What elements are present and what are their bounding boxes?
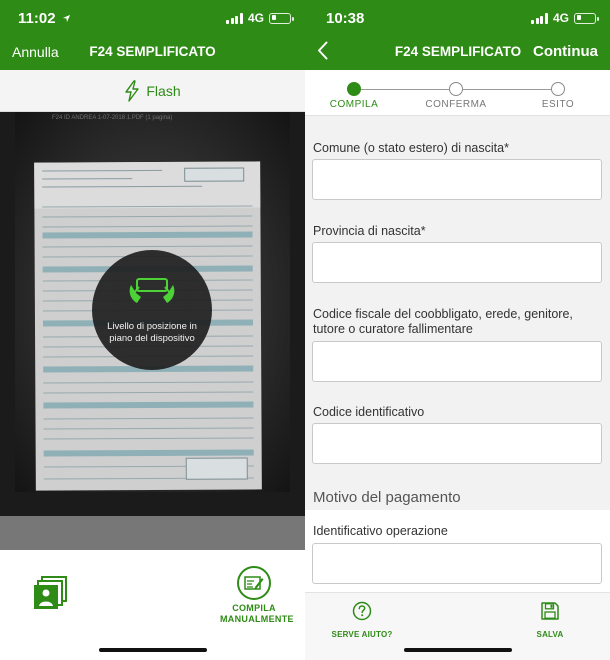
battery-icon	[269, 12, 294, 24]
manual-entry-button[interactable]: COMPILA MANUALMENTE	[220, 566, 294, 625]
flash-label: Flash	[146, 82, 181, 99]
birth-province-label: Provincia di nascita*	[313, 224, 426, 238]
birth-municipality-label: Comune (o stato estero) di nascita*	[313, 141, 509, 155]
status-indicators: 4G	[226, 11, 294, 25]
progress-stepper: COMPILA CONFERMA ESITO	[305, 70, 610, 116]
camera-viewfinder: F24 ID ANDREA 1-07-2018 1.PDF (1 pagina)	[0, 112, 305, 550]
scan-caption: F24 ID ANDREA 1-07-2018 1.PDF (1 pagina)	[52, 115, 173, 121]
step-esito-dot[interactable]	[551, 82, 565, 96]
lightning-icon	[125, 79, 140, 102]
screen-title: F24 SEMPLIFICATO	[89, 44, 216, 59]
location-arrow-icon	[62, 14, 70, 23]
network-label: 4G	[552, 11, 569, 25]
birth-municipality-field[interactable]	[312, 159, 602, 200]
signal-icon	[226, 12, 243, 24]
level-guidance-text: Livello di posizione in piano del dispos…	[107, 321, 197, 344]
network-label: 4G	[247, 11, 264, 25]
manual-entry-label: COMPILA MANUALMENTE	[220, 603, 294, 624]
status-time: 11:02	[18, 10, 71, 27]
operation-id-label: Identificativo operazione	[313, 524, 448, 538]
identifier-code-label: Codice identificativo	[313, 405, 425, 419]
f24-form-screen: 10:38 4G F24 SEMPLIFICATO Continua COMPI…	[305, 0, 610, 660]
help-label: SERVE AIUTO?	[331, 630, 393, 639]
help-button[interactable]: SERVE AIUTO?	[327, 601, 397, 639]
continue-button[interactable]: Continua	[533, 43, 598, 60]
chevron-left-icon	[318, 41, 328, 60]
back-button[interactable]	[317, 41, 328, 63]
save-label: SALVA	[536, 630, 564, 639]
manual-entry-circle	[237, 566, 271, 600]
coobligor-tax-code-field[interactable]	[312, 341, 602, 382]
photo-gallery-button[interactable]	[33, 574, 69, 610]
top-bar: 11:02 4G Annulla F24 SEMPLIFICATO	[0, 0, 305, 70]
camera-scan-screen: 11:02 4G Annulla F24 SEMPLIFICATO Flash …	[0, 0, 305, 660]
save-button[interactable]: SALVA	[515, 601, 585, 639]
flash-toggle[interactable]: Flash	[0, 70, 305, 112]
payment-reason-heading: Motivo del pagamento	[313, 489, 461, 506]
form-edit-icon	[244, 576, 264, 590]
capture-toolbar: COMPILA MANUALMENTE	[0, 550, 305, 660]
step-connector	[463, 89, 556, 90]
photo-gallery-icon	[34, 576, 67, 609]
phone-level-hands-icon	[129, 278, 175, 303]
step-conferma-label[interactable]: CONFERMA	[416, 99, 496, 110]
screen-title: F24 SEMPLIFICATO	[394, 44, 522, 59]
top-bar: 10:38 4G F24 SEMPLIFICATO Continua	[305, 0, 610, 70]
status-indicators: 4G	[531, 11, 599, 25]
step-compila-label[interactable]: COMPILA	[314, 99, 394, 110]
floppy-disk-icon	[541, 602, 559, 620]
operation-id-field[interactable]	[312, 543, 602, 584]
level-guidance-overlay: Livello di posizione in piano del dispos…	[92, 250, 212, 370]
bottom-action-bar: SERVE AIUTO? SALVA	[305, 592, 610, 660]
step-compila-dot[interactable]	[347, 82, 361, 96]
signal-icon	[531, 12, 548, 24]
question-circle-icon	[352, 601, 372, 621]
home-indicator	[403, 648, 512, 652]
payment-form: Comune (o stato estero) di nascita* Prov…	[305, 117, 610, 592]
status-time: 10:38	[326, 10, 365, 27]
coobligor-tax-code-label: Codice fiscale del coobbligato, erede, g…	[313, 307, 573, 336]
identifier-code-field[interactable]	[312, 423, 602, 464]
step-esito-label[interactable]: ESITO	[518, 99, 598, 110]
battery-icon	[574, 12, 599, 24]
step-conferma-dot[interactable]	[449, 82, 463, 96]
birth-province-field[interactable]	[312, 242, 602, 283]
step-connector	[361, 89, 455, 90]
viewfinder-bottom-strip	[0, 516, 305, 550]
status-time-text: 11:02	[18, 10, 56, 27]
home-indicator	[98, 648, 207, 652]
